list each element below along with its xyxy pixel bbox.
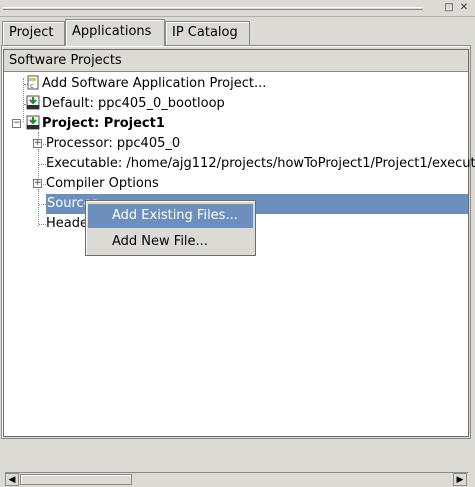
tree-item-project1[interactable]: Project: Project1 xyxy=(26,114,165,134)
svg-text:c: c xyxy=(30,82,34,90)
tree-item-label: Processor: ppc405_0 xyxy=(46,136,181,151)
section-header: Software Projects xyxy=(4,50,468,72)
menu-item-add-existing-files[interactable]: Add Existing Files... xyxy=(88,204,253,228)
expand-icon[interactable]: + xyxy=(33,139,42,148)
menu-item-add-new-file[interactable]: Add New File... xyxy=(88,230,253,254)
tab-ip-catalog[interactable]: IP Catalog xyxy=(165,21,250,45)
tree-item-label: Executable: /home/ajg112/projects/howToP… xyxy=(46,156,475,171)
tree-item-compiler-options[interactable]: Compiler Options xyxy=(46,174,159,194)
scroll-right-icon[interactable]: ▶ xyxy=(453,473,467,486)
tree-item-label: Project: Project1 xyxy=(42,116,165,131)
tree-guide-line xyxy=(39,164,46,165)
tree-item-processor[interactable]: Processor: ppc405_0 xyxy=(46,134,180,154)
drag-grip[interactable] xyxy=(3,7,423,10)
tree-guide-line xyxy=(39,224,46,225)
bram-download-icon xyxy=(26,95,40,110)
tree-item-default-project[interactable]: Default: ppc405_0_bootloop xyxy=(26,94,225,114)
tree-item-executable[interactable]: Executable: /home/ajg112/projects/howToP… xyxy=(46,154,475,174)
close-icon[interactable]: ✕ xyxy=(457,2,471,15)
tree-guide-line xyxy=(39,204,46,205)
minimize-icon[interactable]: □ xyxy=(442,2,456,15)
tab-applications[interactable]: Applications xyxy=(65,19,165,46)
tab-project[interactable]: Project xyxy=(2,21,65,45)
tree-item-label: Default: ppc405_0_bootloop xyxy=(42,96,225,111)
collapse-icon[interactable]: − xyxy=(12,119,21,128)
context-menu: Add Existing Files... Add New File... xyxy=(85,200,256,256)
tree-item-add-project[interactable]: c Add Software Application Project... xyxy=(26,74,266,94)
add-application-icon: c xyxy=(26,75,40,90)
expand-icon[interactable]: + xyxy=(33,179,42,188)
bram-download-icon xyxy=(26,115,40,130)
scroll-left-icon[interactable]: ◀ xyxy=(5,473,19,486)
tree-item-label: Add Software Application Project... xyxy=(42,76,267,91)
panel-titlebar: □ ✕ xyxy=(0,0,475,17)
tree-item-label: Compiler Options xyxy=(46,176,159,191)
scrollbar-thumb[interactable] xyxy=(20,474,132,485)
horizontal-scrollbar[interactable]: ◀ ▶ xyxy=(5,472,468,486)
tab-bar: Project Applications IP Catalog xyxy=(0,19,475,46)
